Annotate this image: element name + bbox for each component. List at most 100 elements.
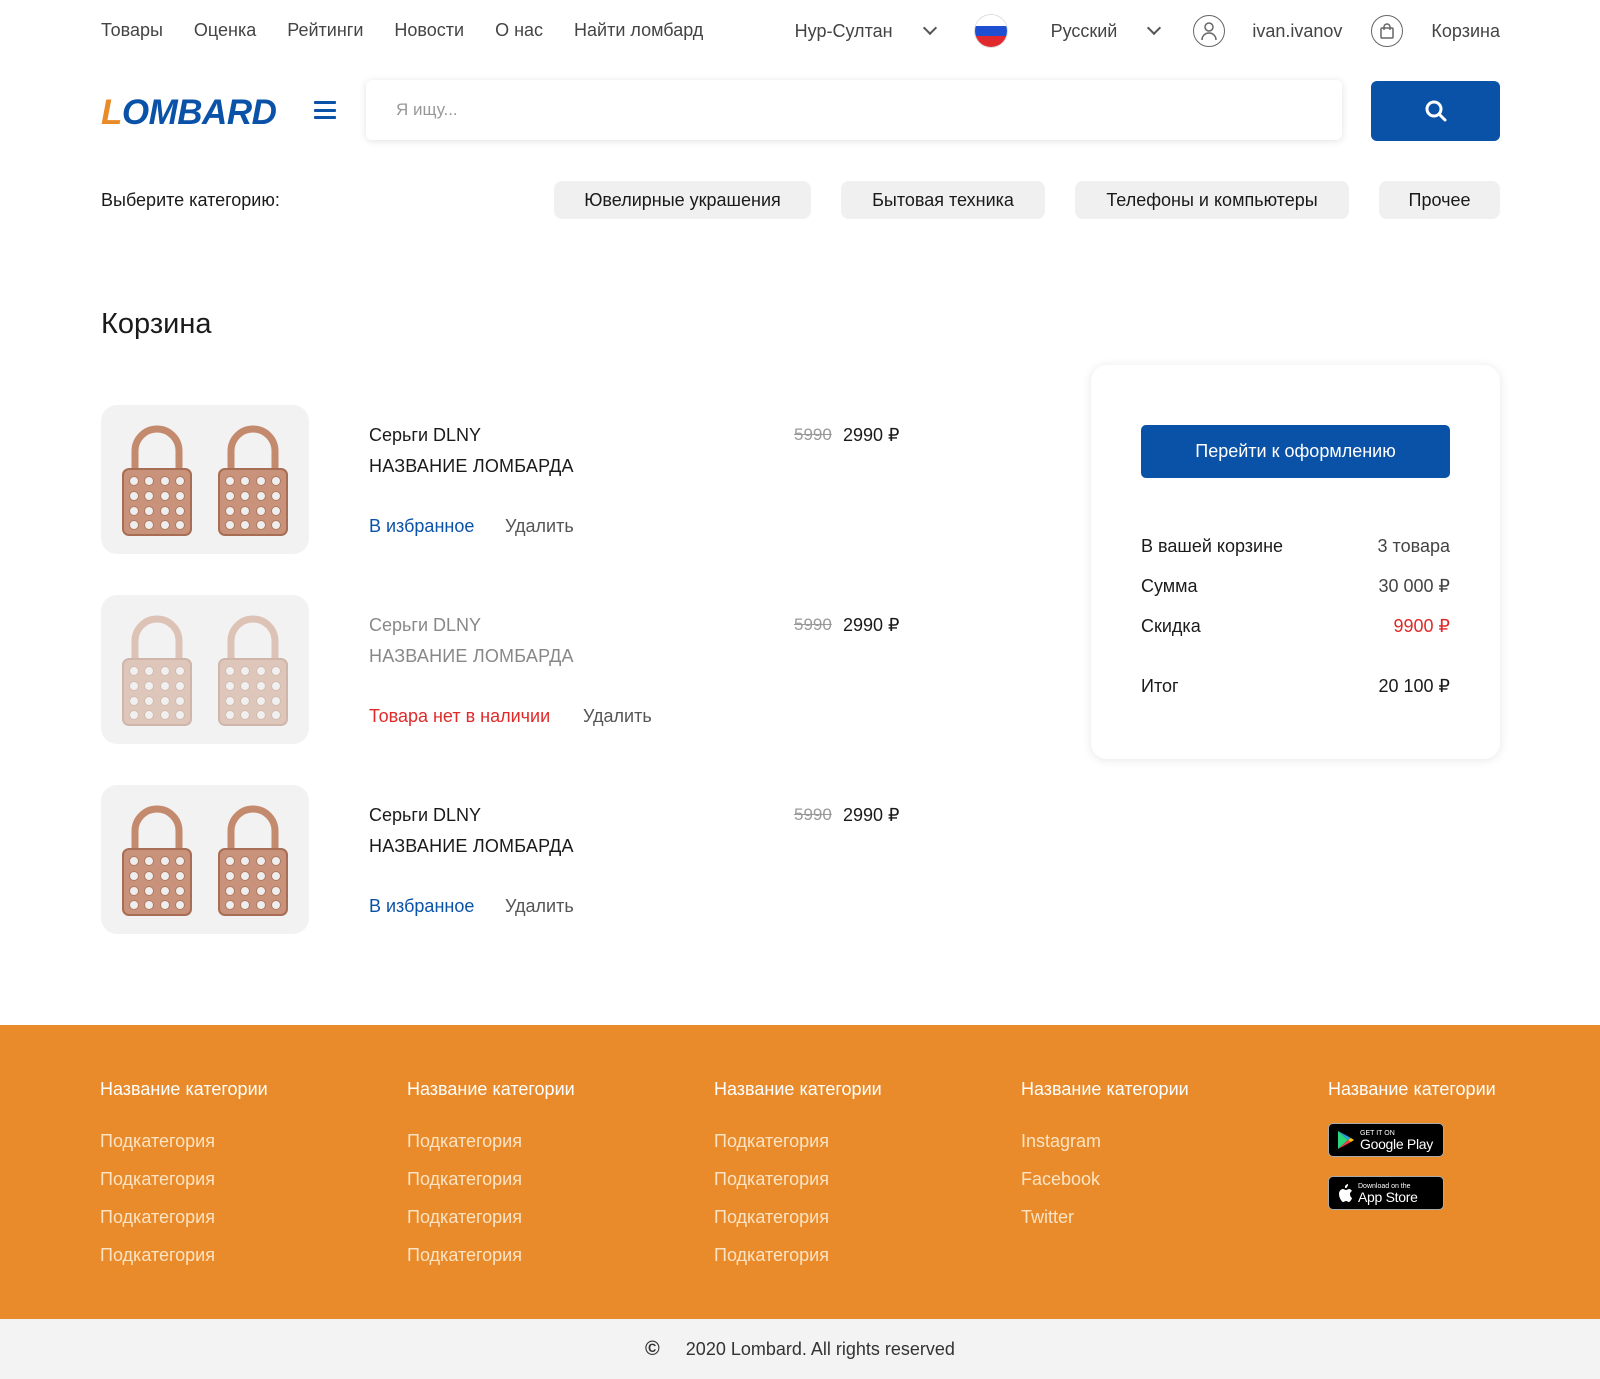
summary-sum-label: Сумма	[1141, 576, 1198, 596]
shopping-bag-icon[interactable]	[1371, 15, 1404, 47]
google-play-icon	[1338, 1131, 1354, 1149]
add-to-favorites-link[interactable]: В избранное	[369, 896, 474, 917]
russia-flag-icon[interactable]	[974, 15, 1007, 47]
nav-link-about[interactable]: О нас	[495, 20, 543, 41]
summary-count-row: В вашей корзине 3 товара	[1141, 536, 1450, 557]
lombard-name: НАЗВАНИЕ ЛОМБАРДА	[369, 456, 574, 476]
city-selector[interactable]: Нур-Султан	[795, 21, 893, 42]
main-header: LOMBARD	[0, 80, 1600, 142]
nav-link-news[interactable]: Новости	[394, 20, 464, 41]
copyright-text: 2020 Lombard. All rights reserved	[685, 1338, 955, 1359]
product-image[interactable]	[101, 405, 309, 554]
footer-link[interactable]: Подкатегория	[407, 1169, 575, 1190]
cart-item: Серьги DLNY НАЗВАНИЕ ЛОМБАРДА 5990 2990 …	[101, 405, 1001, 555]
app-store-big-text: App Store	[1358, 1188, 1418, 1205]
top-nav-links: Товары Оценка Рейтинги Новости О нас Най…	[101, 20, 703, 41]
cart-item: Серьги DLNY НАЗВАНИЕ ЛОМБАРДА 5990 2990 …	[101, 785, 1001, 935]
remove-item-link[interactable]: Удалить	[505, 516, 574, 537]
category-chip-electronics[interactable]: Телефоны и компьютеры	[1075, 181, 1349, 219]
lombard-name: НАЗВАНИЕ ЛОМБАРДА	[369, 836, 574, 856]
summary-discount-row: Скидка 9900 ₽	[1141, 616, 1450, 637]
copyright-bar: © 2020 Lombard. All rights reserved	[0, 1319, 1600, 1379]
current-price: 2990 ₽	[843, 615, 900, 635]
summary-count-label: В вашей корзине	[1141, 536, 1284, 556]
nav-link-ratings[interactable]: Рейтинги	[287, 20, 363, 41]
summary-total-row: Итог 20 100 ₽	[1141, 676, 1450, 697]
google-play-badge[interactable]: GET IT ON Google Play	[1328, 1123, 1444, 1157]
lombard-logo[interactable]: LOMBARD	[101, 93, 277, 133]
footer-link[interactable]: Подкатегория	[714, 1131, 882, 1152]
top-navigation: Товары Оценка Рейтинги Новости О нас Най…	[0, 0, 1600, 62]
language-selector[interactable]: Русский	[1051, 21, 1118, 42]
cart-item: Серьги DLNY НАЗВАНИЕ ЛОМБАРДА 5990 2990 …	[101, 595, 1001, 745]
current-price: 2990 ₽	[843, 425, 900, 445]
page-title: Корзина	[101, 308, 212, 340]
footer-heading: Название категории	[714, 1079, 882, 1099]
instagram-link[interactable]: Instagram	[1021, 1131, 1189, 1152]
order-summary-card: Перейти к оформлению В вашей корзине 3 т…	[1091, 365, 1500, 759]
footer-heading: Название категории	[1021, 1079, 1189, 1099]
category-bar: Выберите категорию: Ювелирные украшения …	[0, 181, 1600, 221]
padlock-earring-image	[218, 805, 288, 916]
footer-link[interactable]: Подкатегория	[407, 1207, 575, 1228]
copyright-icon: ©	[645, 1337, 660, 1360]
footer-link[interactable]: Подкатегория	[100, 1245, 268, 1266]
nav-link-appraisal[interactable]: Оценка	[194, 20, 256, 41]
old-price: 5990	[794, 805, 832, 824]
category-label: Выберите категорию:	[101, 190, 280, 210]
summary-sum-value: 30 000 ₽	[1378, 576, 1450, 596]
padlock-earring-image	[218, 425, 288, 536]
twitter-link[interactable]: Twitter	[1021, 1207, 1189, 1228]
remove-item-link[interactable]: Удалить	[505, 896, 574, 917]
footer-link[interactable]: Подкатегория	[407, 1245, 575, 1266]
footer-link[interactable]: Подкатегория	[100, 1169, 268, 1190]
app-store-badge[interactable]: Download on the App Store	[1328, 1176, 1444, 1210]
hamburger-menu-icon[interactable]	[314, 101, 336, 119]
product-image[interactable]	[101, 595, 309, 744]
city-chevron-down-icon[interactable]	[922, 20, 937, 36]
checkout-button[interactable]: Перейти к оформлению	[1141, 425, 1450, 478]
summary-total-value: 20 100 ₽	[1378, 676, 1450, 696]
product-image[interactable]	[101, 785, 309, 934]
footer-heading: Название категории	[407, 1079, 575, 1099]
footer-link[interactable]: Подкатегория	[407, 1131, 575, 1152]
summary-sum-row: Сумма 30 000 ₽	[1141, 576, 1450, 597]
footer: Название категории Подкатегория Подкатег…	[0, 1025, 1600, 1319]
out-of-stock-label: Товара нет в наличии	[369, 706, 551, 726]
summary-discount-label: Скидка	[1141, 616, 1201, 636]
cart-link[interactable]: Корзина	[1431, 21, 1500, 42]
old-price: 5990	[794, 425, 832, 444]
category-chip-jewelry[interactable]: Ювелирные украшения	[554, 181, 811, 219]
padlock-earring-image	[122, 805, 192, 916]
add-to-favorites-link[interactable]: В избранное	[369, 516, 474, 537]
nav-link-products[interactable]: Товары	[101, 20, 163, 41]
user-icon[interactable]	[1193, 15, 1226, 47]
footer-heading: Название категории	[1328, 1079, 1496, 1099]
apple-icon	[1339, 1183, 1352, 1202]
footer-link[interactable]: Подкатегория	[100, 1131, 268, 1152]
lombard-name: НАЗВАНИЕ ЛОМБАРДА	[369, 646, 574, 666]
footer-link[interactable]: Подкатегория	[714, 1245, 882, 1266]
product-name[interactable]: Серьги DLNY	[369, 615, 481, 636]
footer-heading: Название категории	[100, 1079, 268, 1099]
facebook-link[interactable]: Facebook	[1021, 1169, 1189, 1190]
product-name[interactable]: Серьги DLNY	[369, 805, 481, 826]
summary-count-value: 3 товара	[1377, 536, 1450, 556]
category-chip-appliances[interactable]: Бытовая техника	[841, 181, 1045, 219]
remove-item-link[interactable]: Удалить	[583, 706, 652, 727]
nav-link-find-lombard[interactable]: Найти ломбард	[574, 20, 703, 41]
footer-link[interactable]: Подкатегория	[714, 1207, 882, 1228]
google-play-big-text: Google Play	[1360, 1135, 1433, 1152]
search-input[interactable]	[366, 80, 1342, 140]
product-name[interactable]: Серьги DLNY	[369, 425, 481, 446]
category-chip-other[interactable]: Прочее	[1379, 181, 1500, 219]
footer-link[interactable]: Подкатегория	[100, 1207, 268, 1228]
username-link[interactable]: ivan.ivanov	[1252, 21, 1342, 42]
search-button[interactable]	[1371, 81, 1500, 141]
current-price: 2990 ₽	[843, 805, 900, 825]
footer-link[interactable]: Подкатегория	[714, 1169, 882, 1190]
summary-total-label: Итог	[1141, 676, 1179, 696]
padlock-earring-image	[122, 615, 192, 726]
language-chevron-down-icon[interactable]	[1147, 20, 1162, 36]
footer-column: Название категории Подкатегория Подкатег…	[714, 1079, 882, 1283]
